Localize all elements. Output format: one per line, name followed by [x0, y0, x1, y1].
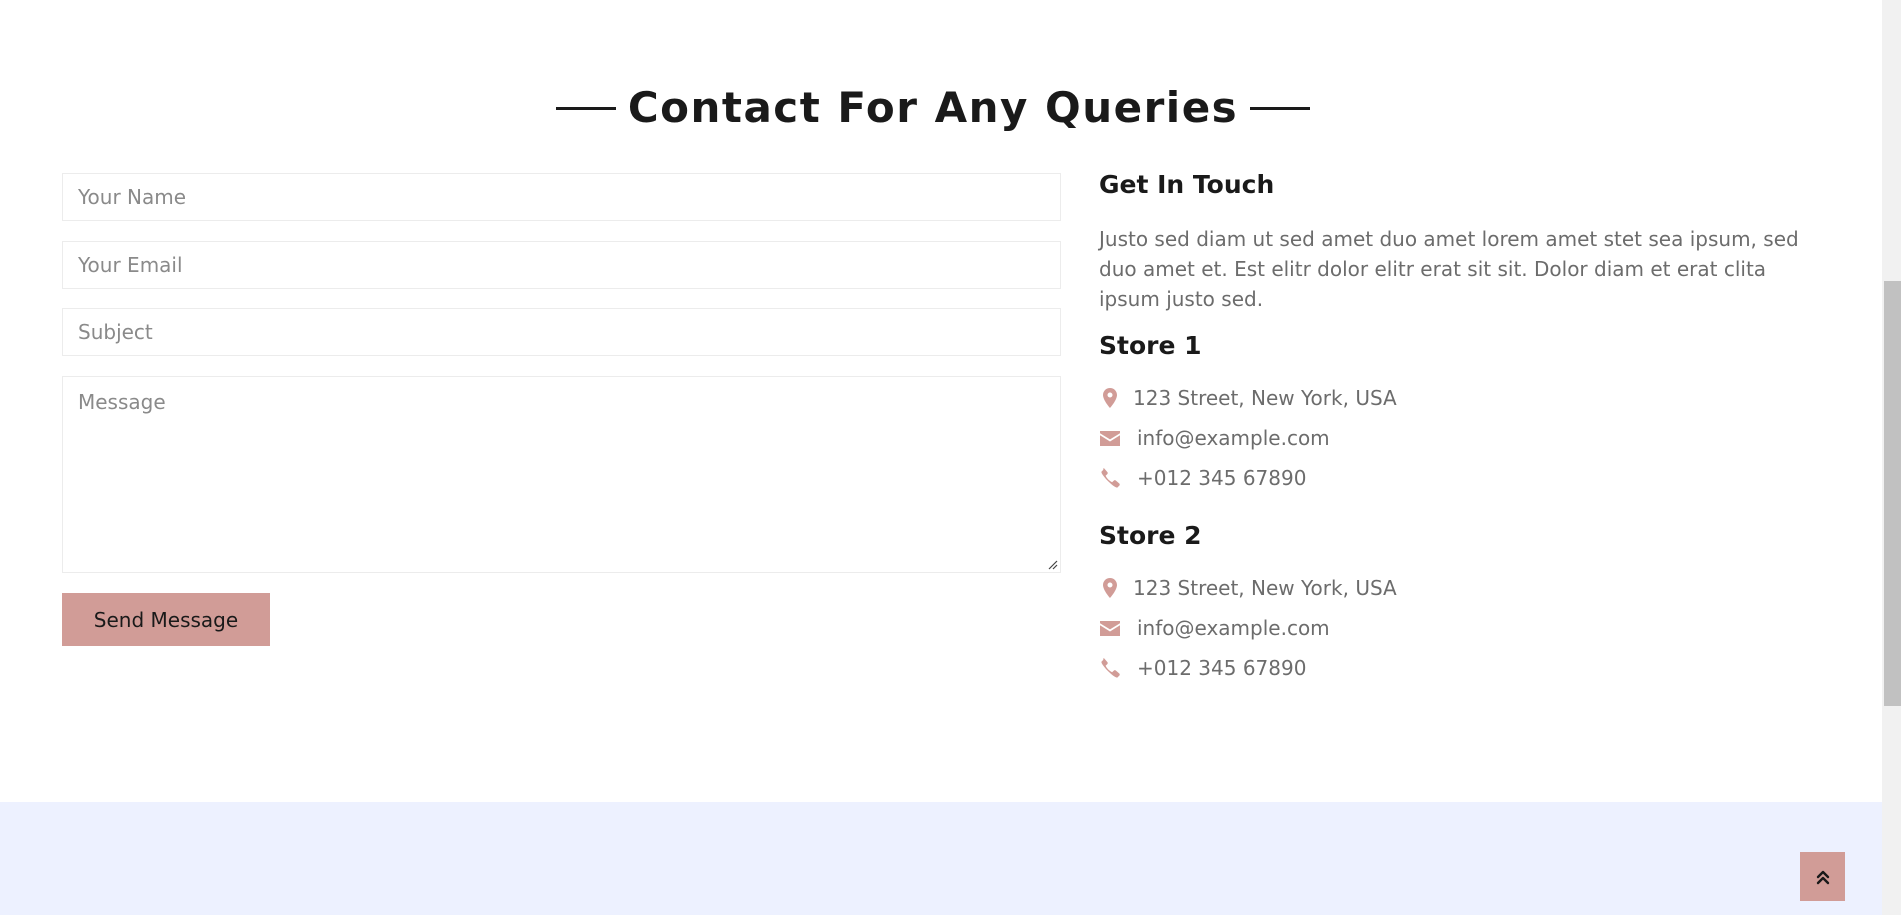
phone-text: +012 345 67890 [1137, 466, 1307, 490]
double-chevron-up-icon [1816, 870, 1829, 884]
email-text: info@example.com [1137, 426, 1330, 450]
store-1-address: 123 Street, New York, USA [1099, 383, 1397, 413]
section-heading: Contact For Any Queries [0, 83, 1866, 133]
email-input[interactable] [62, 241, 1061, 289]
heading-rule-right [1250, 106, 1311, 110]
page-title: Contact For Any Queries [627, 83, 1239, 132]
address-text: 123 Street, New York, USA [1133, 576, 1397, 600]
get-in-touch-title: Get In Touch [1099, 170, 1275, 199]
subject-input[interactable] [62, 308, 1061, 356]
store-1-email: info@example.com [1099, 423, 1330, 453]
back-to-top-button[interactable] [1800, 852, 1845, 901]
store-2-phone: +012 345 67890 [1099, 653, 1306, 683]
store-1-phone: +012 345 67890 [1099, 463, 1306, 493]
store-2-email: info@example.com [1099, 613, 1330, 643]
map-marker-icon [1099, 577, 1121, 599]
envelope-icon [1099, 617, 1121, 639]
heading-rule-left [555, 106, 616, 110]
phone-icon [1099, 657, 1121, 679]
envelope-icon [1099, 427, 1121, 449]
name-input[interactable] [62, 173, 1061, 221]
store-2-address: 123 Street, New York, USA [1099, 573, 1397, 603]
phone-text: +012 345 67890 [1137, 656, 1307, 680]
message-textarea[interactable] [62, 376, 1061, 573]
address-text: 123 Street, New York, USA [1133, 386, 1397, 410]
email-text: info@example.com [1137, 616, 1330, 640]
scrollbar-thumb[interactable] [1884, 281, 1901, 706]
store-2-title: Store 2 [1099, 521, 1202, 550]
send-message-button[interactable]: Send Message [62, 593, 270, 646]
footer [0, 802, 1882, 915]
phone-icon [1099, 467, 1121, 489]
resize-grip-icon[interactable] [1046, 558, 1058, 570]
contact-section: Contact For Any Queries Send Message Get… [0, 0, 1882, 915]
contact-description: Justo sed diam ut sed amet duo amet lore… [1099, 227, 1799, 311]
store-1-title: Store 1 [1099, 331, 1202, 360]
page: Contact For Any Queries Send Message Get… [0, 0, 1901, 915]
map-marker-icon [1099, 387, 1121, 409]
